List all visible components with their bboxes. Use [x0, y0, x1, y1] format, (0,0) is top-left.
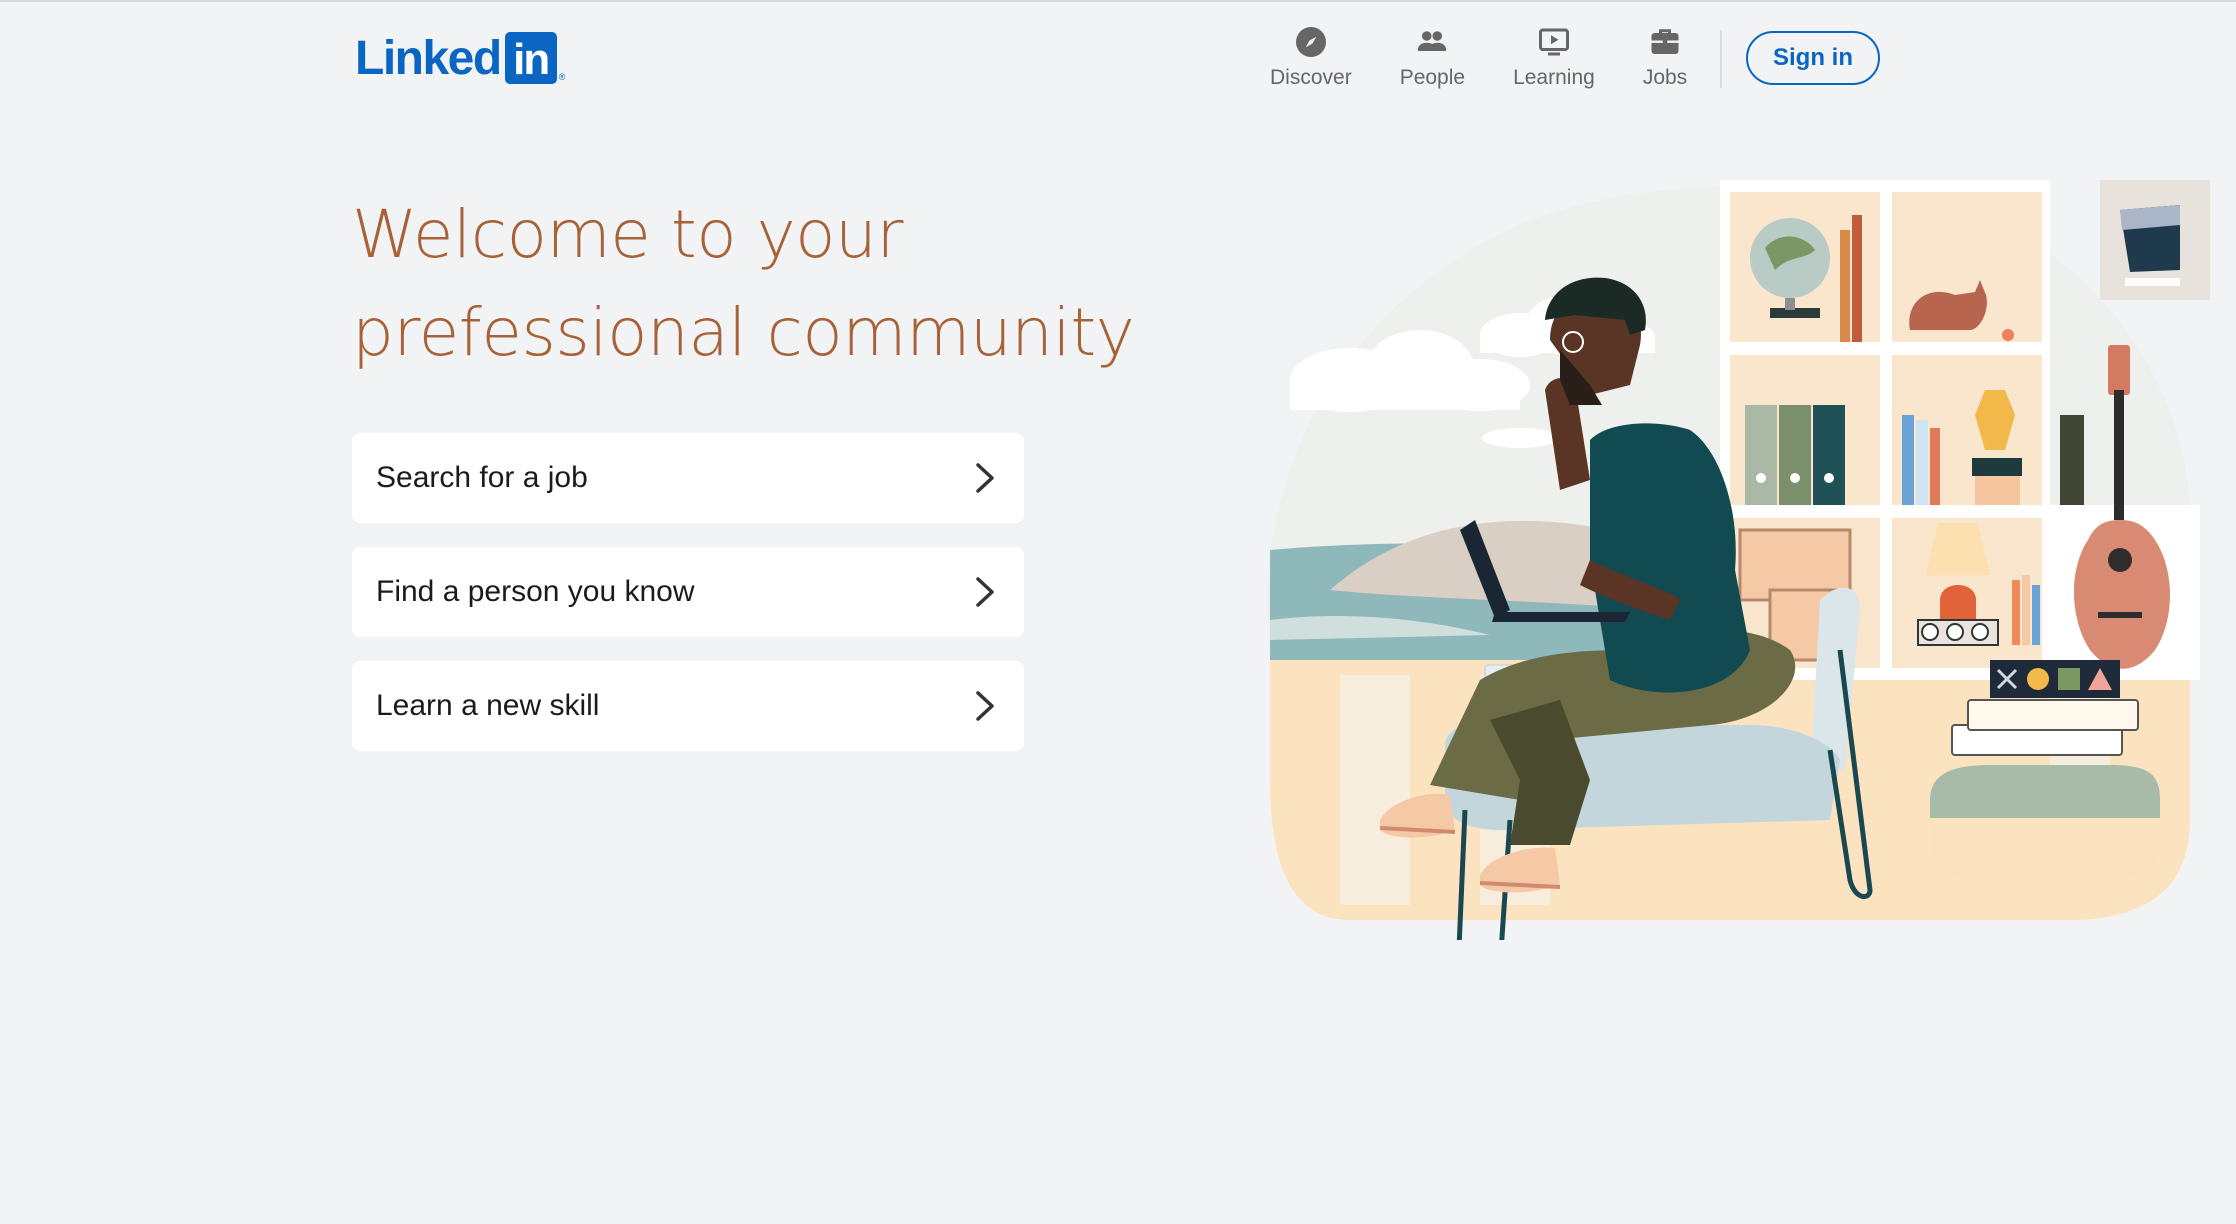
logo-registered-mark: ® — [558, 72, 566, 82]
briefcase-icon — [1651, 29, 1679, 54]
nav-label-jobs: Jobs — [1642, 66, 1688, 89]
logo-wordmark: Linked — [355, 32, 502, 85]
search-job-card[interactable]: Search for a job — [352, 433, 1024, 523]
nav-item-people[interactable]: People — [1400, 24, 1465, 90]
nav-item-discover[interactable]: Discover — [1270, 24, 1352, 90]
linkedin-logo[interactable]: Linked in ® — [355, 32, 565, 84]
learn-skill-card[interactable]: Learn a new skill — [352, 661, 1024, 751]
chevron-right-icon — [976, 691, 994, 721]
people-icon — [1418, 31, 1447, 51]
card-label: Search for a job — [376, 461, 588, 494]
compass-icon — [1295, 27, 1326, 57]
nav-divider — [1720, 30, 1722, 88]
quick-action-list: Search for a job Find a person you know … — [352, 433, 1024, 775]
top-nav: Discover People Learning Jobs — [1270, 24, 1735, 90]
chevron-right-icon — [976, 577, 994, 607]
sign-in-button[interactable]: Sign in — [1746, 31, 1880, 85]
hero-headline: Welcome to your prefessional community — [352, 186, 1252, 382]
logo-in-box: in — [504, 32, 557, 84]
nav-label-people: People — [1399, 66, 1466, 89]
nav-item-learning[interactable]: Learning — [1513, 24, 1595, 90]
top-border — [0, 0, 2236, 2]
card-label: Learn a new skill — [376, 689, 600, 722]
hero-headline-line2: prefessional community — [352, 294, 1135, 371]
hero-illustration — [1267, 180, 2210, 940]
chevron-right-icon — [976, 463, 994, 493]
find-person-card[interactable]: Find a person you know — [352, 547, 1024, 637]
nav-item-jobs[interactable]: Jobs — [1643, 24, 1687, 90]
nav-label-discover: Discover — [1270, 66, 1352, 89]
card-label: Find a person you know — [376, 575, 695, 608]
play-screen-icon — [1538, 28, 1569, 56]
picture-frame — [2100, 180, 2210, 300]
hero-headline-line1: Welcome to your — [352, 196, 904, 273]
nav-label-learning: Learning — [1513, 66, 1595, 89]
